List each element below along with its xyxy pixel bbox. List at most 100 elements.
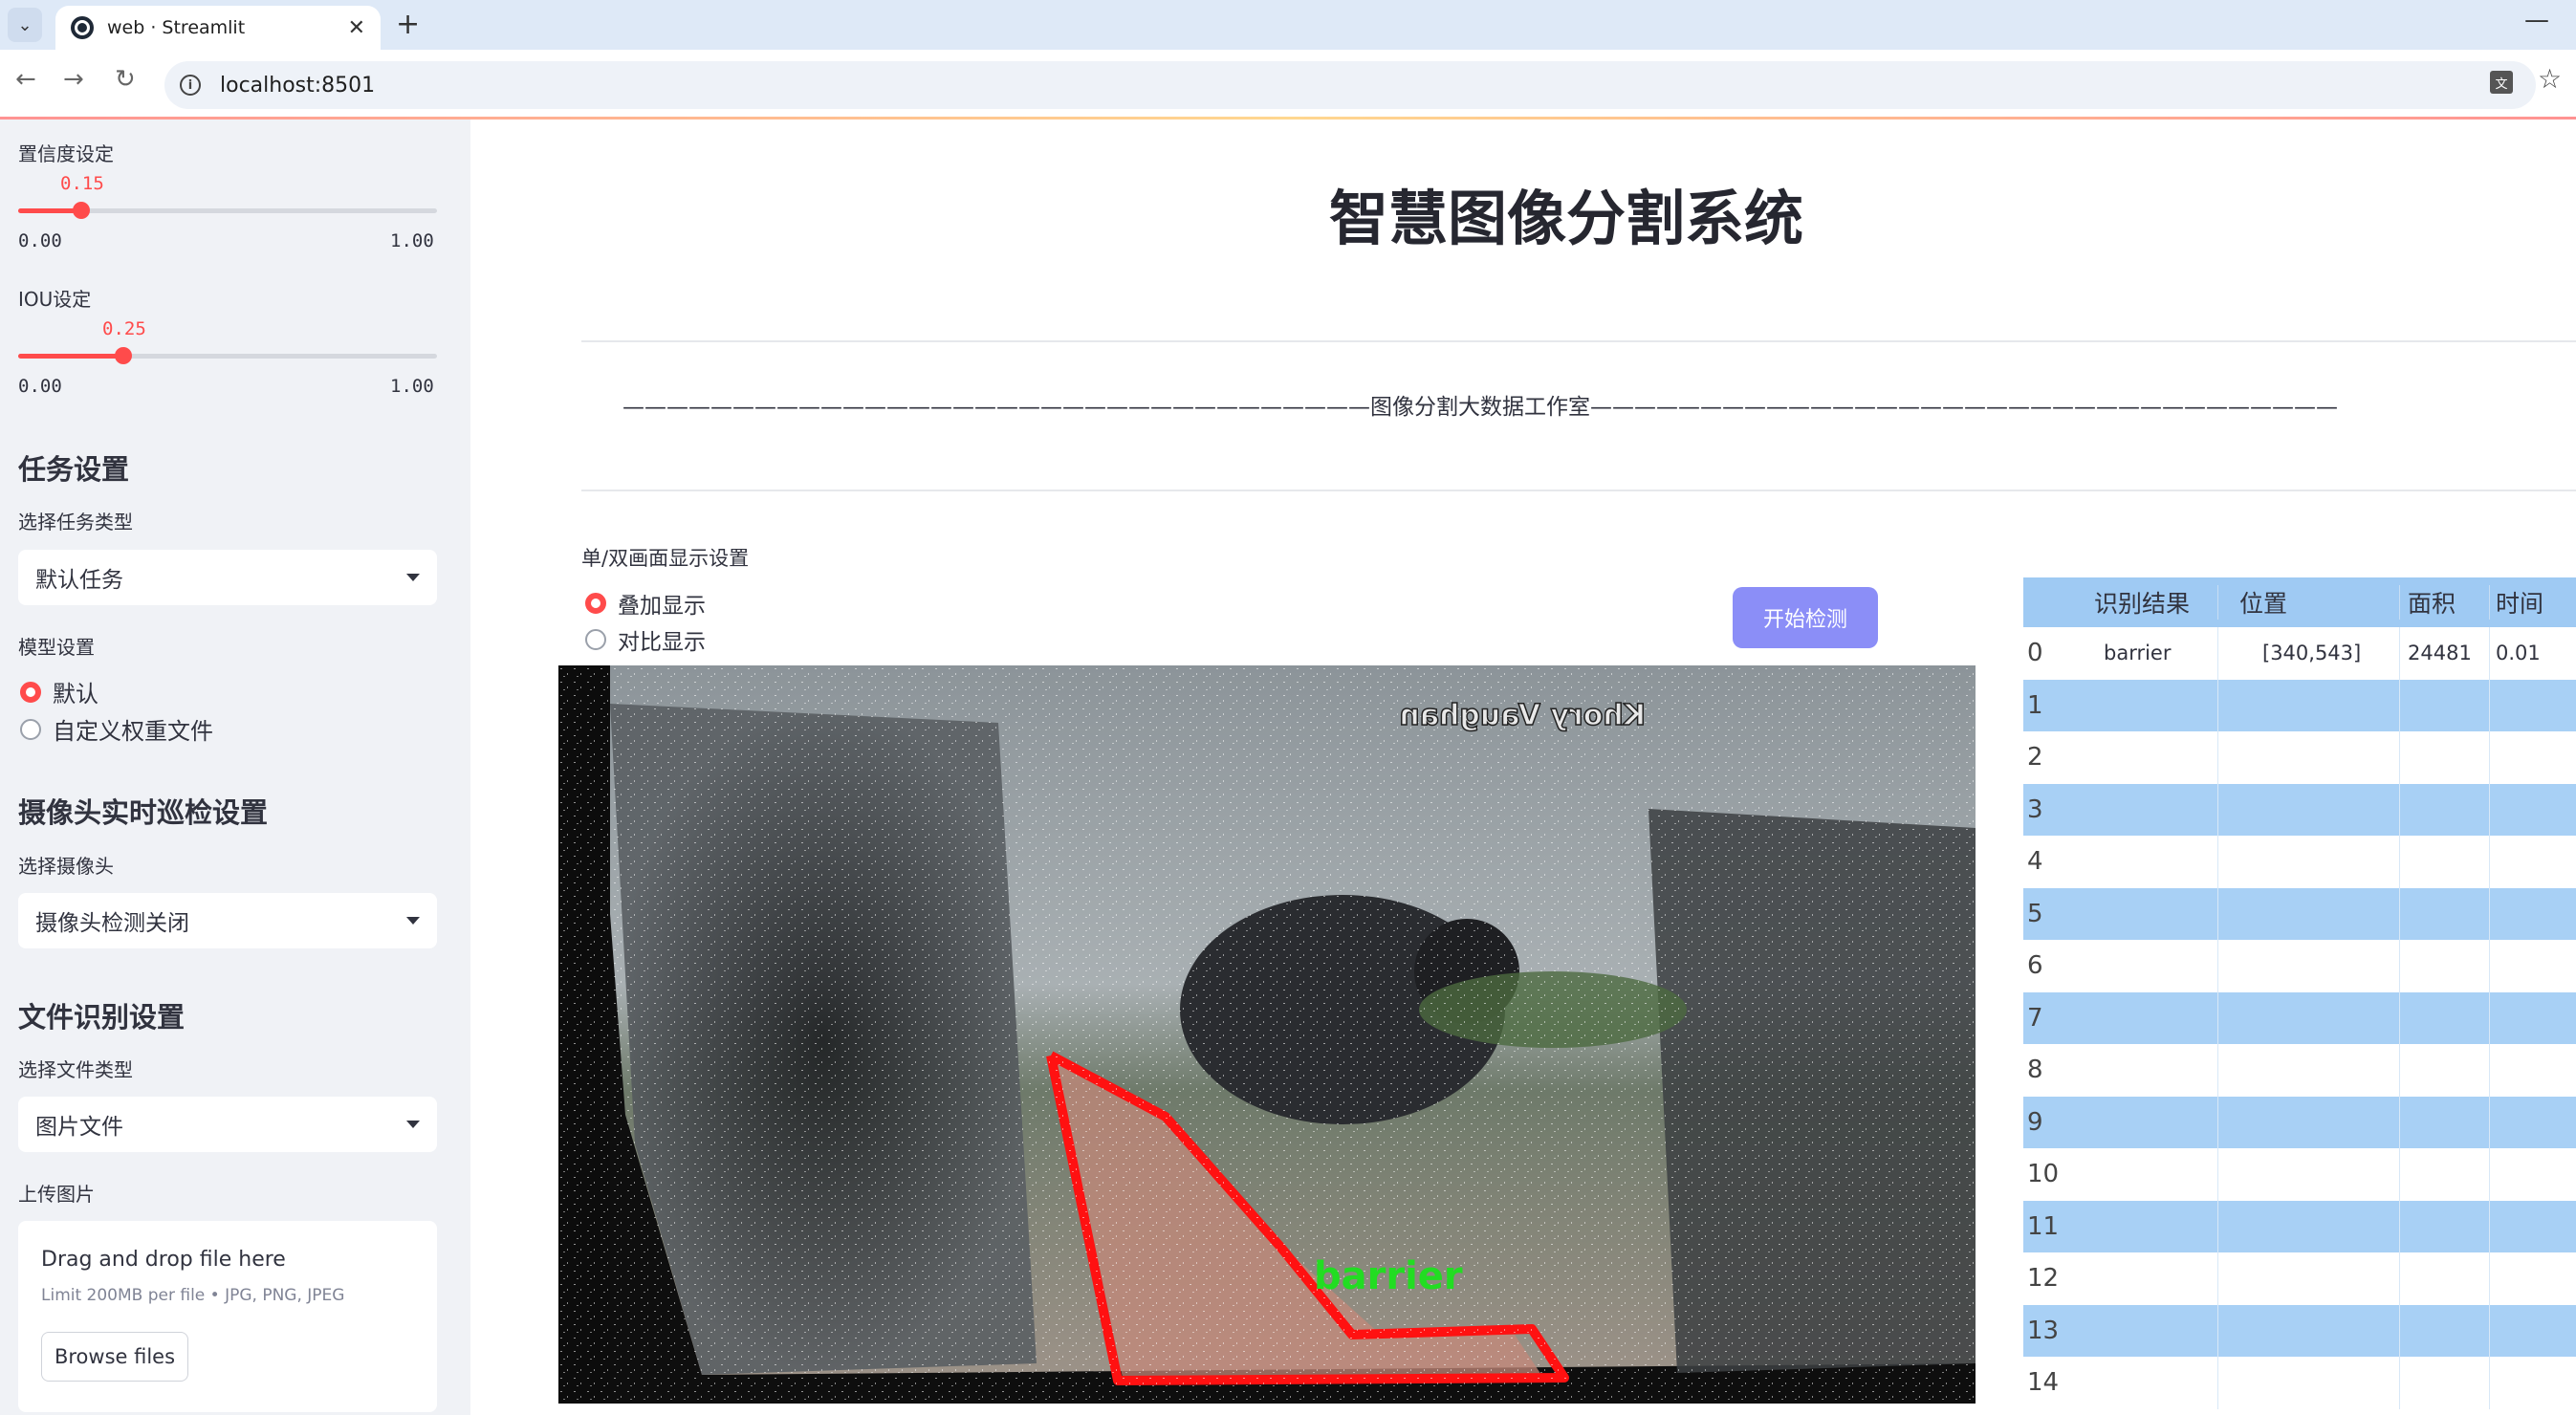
table-row[interactable]: 5 <box>2023 887 2576 941</box>
file-uploader-dropzone[interactable]: Drag and drop file here Limit 200MB per … <box>18 1221 437 1412</box>
cell-time <box>2490 888 2576 941</box>
cell-area <box>2400 783 2490 836</box>
row-index: 1 <box>2027 690 2043 720</box>
radio-unselected-icon[interactable] <box>20 718 41 740</box>
cell-position: [340,543] <box>2218 627 2400 680</box>
chevron-down-icon <box>406 1121 420 1128</box>
browser-tab[interactable]: web · Streamlit ✕ <box>55 6 381 50</box>
cell-time <box>2490 680 2576 732</box>
browser-address-bar: ← → ↻ i localhost:8501 文 ☆ <box>0 50 2576 119</box>
table-row[interactable]: 3 <box>2023 783 2576 836</box>
table-row[interactable]: 8 <box>2023 1044 2576 1097</box>
table-row[interactable]: 4 <box>2023 836 2576 888</box>
start-detection-button[interactable]: 开始检测 <box>1733 587 1878 648</box>
table-row[interactable]: 0 barrier [340,543] 24481 0.01 <box>2023 627 2576 680</box>
confidence-slider-thumb[interactable] <box>73 202 90 219</box>
cell-time <box>2490 731 2576 784</box>
table-row[interactable]: 7 <box>2023 991 2576 1045</box>
table-row[interactable]: 9 <box>2023 1096 2576 1148</box>
back-arrow-icon[interactable]: ← <box>15 65 36 94</box>
translate-icon[interactable]: 文 <box>2490 71 2513 94</box>
cell-result <box>2075 1148 2218 1201</box>
table-header: 识别结果 位置 面积 时间 <box>2023 577 2576 627</box>
cell-result: barrier <box>2075 627 2218 680</box>
task-type-select[interactable]: 默认任务 <box>18 550 437 605</box>
window-minimize-icon[interactable]: — <box>2524 6 2549 34</box>
row-index: 8 <box>2027 1056 2043 1085</box>
column-header-position[interactable]: 位置 <box>2218 585 2400 620</box>
camera-select[interactable]: 摄像头检测关闭 <box>18 893 437 948</box>
display-mode-label: 单/双画面显示设置 <box>581 547 750 570</box>
cell-position <box>2218 1148 2400 1201</box>
table-row[interactable]: 2 <box>2023 731 2576 784</box>
row-index: 11 <box>2027 1211 2060 1241</box>
iou-slider[interactable] <box>18 347 437 364</box>
cell-time <box>2490 1201 2576 1253</box>
cell-time <box>2490 1305 2576 1358</box>
upload-label: 上传图片 <box>18 1183 95 1206</box>
cell-time <box>2490 1252 2576 1305</box>
table-row[interactable]: 14 <box>2023 1357 2576 1409</box>
forward-arrow-icon[interactable]: → <box>63 65 84 94</box>
image-watermark: Khory Vaughan <box>1399 699 1646 732</box>
radio-unselected-icon[interactable] <box>585 629 606 650</box>
display-option-overlay[interactable]: 叠加显示 <box>585 587 706 620</box>
cell-result <box>2075 783 2218 836</box>
radio-selected-icon[interactable] <box>20 681 41 703</box>
url-text: localhost:8501 <box>220 73 376 98</box>
detection-image-canvas: Khory Vaughan barrier <box>558 665 1976 1404</box>
tab-search-chevron-icon[interactable]: ⌄ <box>8 8 42 42</box>
new-tab-plus-icon[interactable]: + <box>396 8 420 41</box>
studio-divider-text: ——————————————————————————————————图像分割大数… <box>622 395 2338 420</box>
model-option-custom[interactable]: 自定义权重文件 <box>20 712 213 746</box>
display-option-compare[interactable]: 对比显示 <box>585 623 706 656</box>
table-row[interactable]: 11 <box>2023 1200 2576 1253</box>
column-header-time[interactable]: 时间 <box>2490 585 2576 620</box>
bookmark-star-icon[interactable]: ☆ <box>2538 63 2562 95</box>
cell-time <box>2490 1357 2576 1409</box>
table-row[interactable]: 10 <box>2023 1148 2576 1201</box>
site-info-icon[interactable]: i <box>180 75 201 96</box>
page-title: 智慧图像分割系统 <box>1329 184 1804 253</box>
browse-files-button[interactable]: Browse files <box>41 1332 188 1382</box>
tab-close-icon[interactable]: ✕ <box>348 16 365 40</box>
file-type-select[interactable]: 图片文件 <box>18 1097 437 1152</box>
row-index: 9 <box>2027 1107 2043 1137</box>
cell-area <box>2400 1200 2490 1252</box>
model-option-default[interactable]: 默认 <box>20 675 98 708</box>
cell-position <box>2218 1200 2400 1252</box>
confidence-min: 0.00 <box>18 230 62 251</box>
radio-selected-icon[interactable] <box>585 593 606 614</box>
table-row[interactable]: 1 <box>2023 679 2576 732</box>
cell-result <box>2075 887 2218 940</box>
table-row[interactable]: 6 <box>2023 940 2576 992</box>
row-index: 5 <box>2027 899 2043 928</box>
confidence-slider[interactable] <box>18 202 437 219</box>
table-row[interactable]: 12 <box>2023 1252 2576 1305</box>
upload-title: Drag and drop file here <box>41 1248 286 1272</box>
results-table: 识别结果 位置 面积 时间 0 barrier [340,543] 24481 0.01… <box>2023 577 2576 1409</box>
table-body: 0 barrier [340,543] 24481 0.01 1 2 3 4 5 6 7 8 9 10 11 1… <box>2023 627 2576 1409</box>
chevron-down-icon <box>406 917 420 925</box>
iou-max: 1.00 <box>390 376 434 397</box>
reload-icon[interactable]: ↻ <box>115 65 136 94</box>
url-field[interactable]: i localhost:8501 <box>164 61 2536 109</box>
row-index: 14 <box>2027 1368 2060 1398</box>
row-index: 7 <box>2027 1003 2043 1033</box>
detection-result-image: Khory Vaughan barrier <box>558 665 1976 1404</box>
cell-result <box>2075 1357 2218 1409</box>
column-header-result[interactable]: 识别结果 <box>2075 585 2218 620</box>
iou-slider-thumb[interactable] <box>115 347 132 364</box>
task-section-heading: 任务设置 <box>18 453 130 486</box>
iou-label: IOU设定 <box>18 288 92 311</box>
cell-time <box>2490 940 2576 992</box>
cell-result <box>2075 1200 2218 1252</box>
column-header-area[interactable]: 面积 <box>2400 585 2490 620</box>
cell-result <box>2075 991 2218 1044</box>
table-row[interactable]: 13 <box>2023 1304 2576 1358</box>
cell-position <box>2218 1044 2400 1097</box>
cell-result <box>2075 679 2218 731</box>
camera-section-heading: 摄像头实时巡检设置 <box>18 796 269 829</box>
cell-area <box>2400 1252 2490 1305</box>
cell-time <box>2490 992 2576 1045</box>
